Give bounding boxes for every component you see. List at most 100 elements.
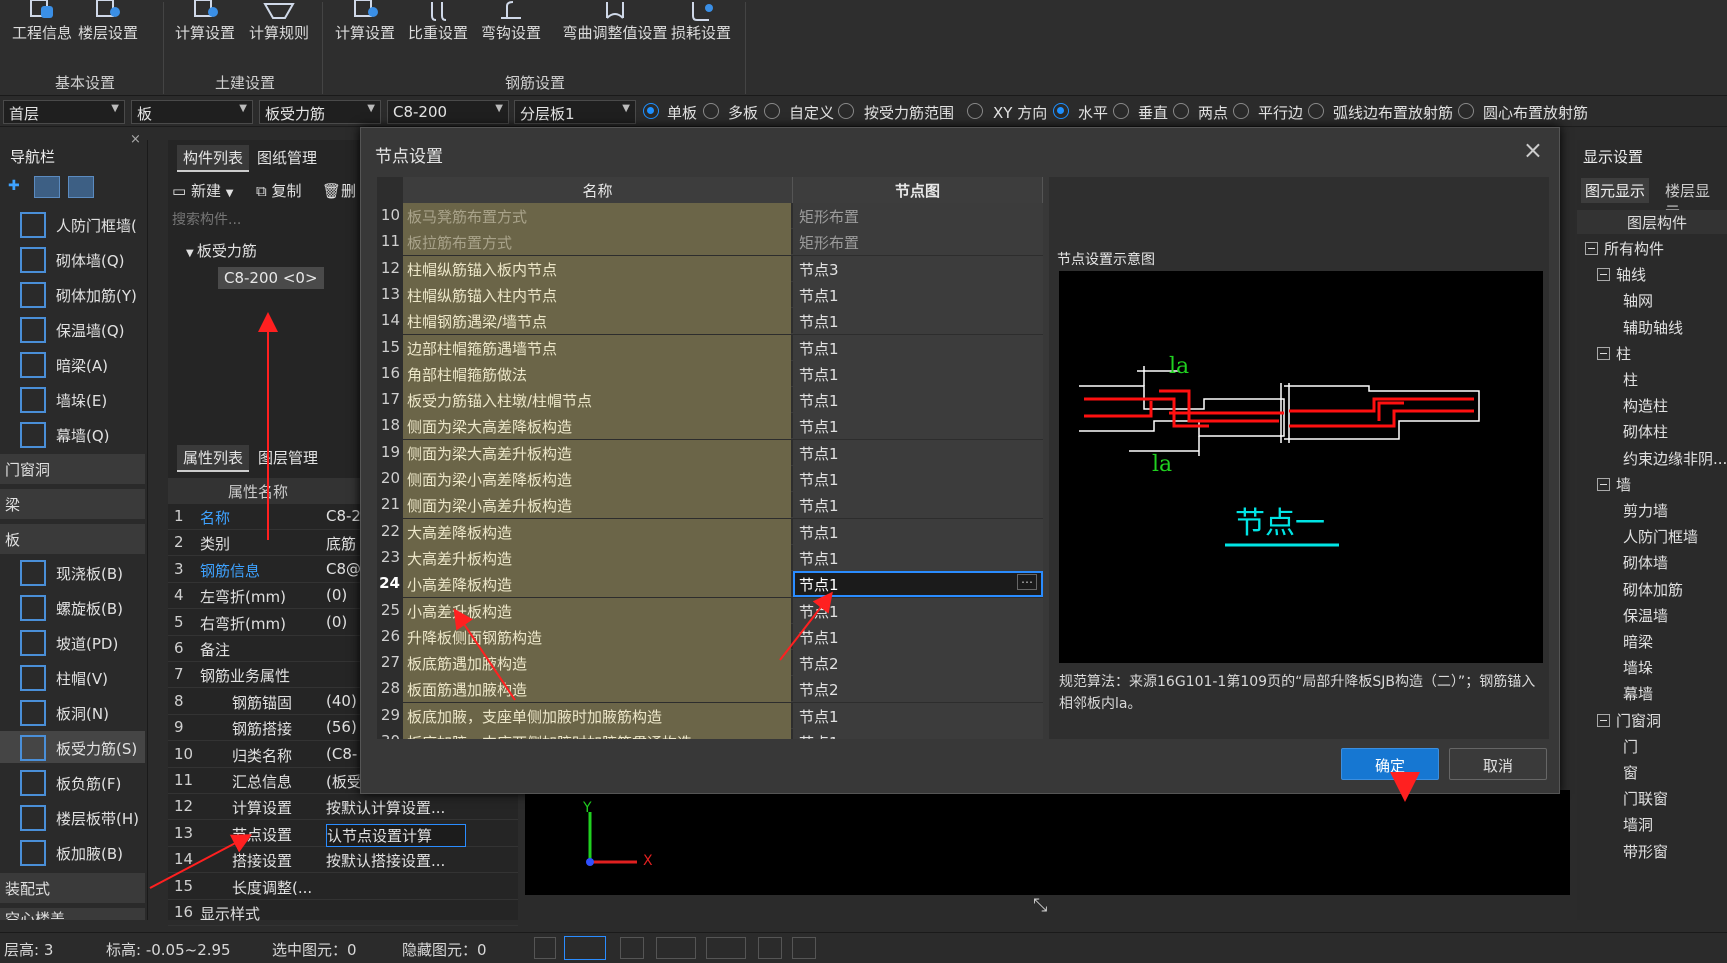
node-row-value[interactable]: 节点1 xyxy=(793,334,1043,361)
close-icon[interactable]: × xyxy=(1523,136,1543,164)
drawing-canvas[interactable]: Y X ⤡ xyxy=(525,790,1570,916)
node-row-value[interactable]: 节点3 xyxy=(793,255,1043,282)
new-component-button[interactable]: ▭ 新建 ▼ xyxy=(172,180,233,201)
nav-item-hidden-beam[interactable]: 暗梁(A) xyxy=(20,350,108,380)
property-row[interactable]: 14 搭接设置 按默认搭接设置... xyxy=(168,847,518,874)
nav-item-cast-slab[interactable]: 现浇板(B) xyxy=(20,558,123,588)
node-row-value[interactable]: 节点1 xyxy=(793,439,1043,466)
node-row-value[interactable]: 节点1 ⋯ xyxy=(793,571,1043,598)
node-row[interactable]: 13 柱帽纵筋锚入柱内节点 节点1 xyxy=(377,281,1043,308)
node-row-value[interactable]: 节点1 xyxy=(793,308,1043,335)
collapse-icon[interactable] xyxy=(1597,713,1610,727)
layer-tree-item[interactable]: 轴网 xyxy=(1623,290,1653,311)
layer-tree-item[interactable]: 构造柱 xyxy=(1623,395,1668,416)
node-row[interactable]: 29 板底加腋，支座单侧加腋时加腋筋构造 节点1 xyxy=(377,702,1043,729)
layer-tree-item[interactable]: 砌体柱 xyxy=(1623,421,1668,442)
loss-settings-button[interactable]: 损耗设置 xyxy=(668,0,734,43)
component-search-input[interactable] xyxy=(172,208,342,232)
screenshot-icon[interactable] xyxy=(758,937,782,959)
node-row-value[interactable]: 节点1 xyxy=(793,544,1043,571)
property-row[interactable]: 15 长度调整(... xyxy=(168,874,518,900)
hook-settings-button[interactable]: 弯钩设置 xyxy=(478,0,544,43)
nav-item-slab-main-rebar[interactable]: 板受力筋(S) xyxy=(20,733,137,763)
node-row[interactable]: 17 板受力筋锚入柱墩/柱帽节点 节点1 xyxy=(377,387,1043,414)
node-row-value[interactable]: 节点1 xyxy=(793,702,1043,729)
collapse-icon[interactable] xyxy=(1597,477,1610,491)
nav-item-wall-pier[interactable]: 墙垛(E) xyxy=(20,385,107,415)
node-row-value[interactable]: 节点2 xyxy=(793,676,1043,703)
nav-category-prefab[interactable]: 装配式 xyxy=(0,873,145,903)
node-row[interactable]: 12 柱帽纵筋锚入板内节点 节点3 xyxy=(377,255,1043,282)
nav-category-doors-windows[interactable]: 门窗洞 xyxy=(0,454,145,484)
layer-combo[interactable]: 分层板1 ▼ xyxy=(514,100,636,124)
radio-multi-slab[interactable] xyxy=(703,103,719,119)
property-row[interactable]: 12 计算设置 按默认计算设置... xyxy=(168,794,518,821)
category-combo[interactable]: 板 ▼ xyxy=(131,100,253,124)
layer-tree-item[interactable]: 窗 xyxy=(1623,762,1638,783)
layer-tree-item[interactable]: 墙垛 xyxy=(1623,657,1653,678)
collapse-icon[interactable] xyxy=(1597,346,1610,360)
property-value[interactable]: 按默认搭接设置... xyxy=(326,850,466,871)
nav-item-civil-defense-wall[interactable]: 人防门框墙( xyxy=(20,210,137,240)
node-row[interactable]: 28 板面筋遇加腋构造 节点2 xyxy=(377,676,1043,703)
pin-icon[interactable]: ✚ xyxy=(8,178,26,196)
tab-layer-management[interactable]: 图层管理 xyxy=(252,445,324,470)
node-row[interactable]: 30板底加腋，支座两侧加腋时加腋筋贯通构造节点1 xyxy=(377,729,1043,739)
node-row[interactable]: 15 边部柱帽箍筋遇墙节点 节点1 xyxy=(377,334,1043,361)
layer-tree-item[interactable]: 门窗洞 xyxy=(1597,710,1661,731)
radio-parallel-edge[interactable] xyxy=(1233,103,1249,119)
nav-item-insulation-wall[interactable]: 保温墙(Q) xyxy=(20,315,125,345)
layer-tree-item[interactable]: 门联窗 xyxy=(1623,788,1668,809)
radio-xy-direction[interactable] xyxy=(967,103,983,119)
tree-node-c8-200[interactable]: C8-200 <0> xyxy=(218,267,324,289)
node-row-value[interactable]: 节点1 xyxy=(793,387,1043,414)
node-row[interactable]: 23 大高差升板构造 节点1 xyxy=(377,544,1043,571)
node-row[interactable]: 21 侧面为梁小高差升板构造 节点1 xyxy=(377,492,1043,519)
node-row[interactable]: 10 板马凳筋布置方式 矩形布置 xyxy=(377,203,1043,229)
radio-arc-radial[interactable] xyxy=(1308,103,1324,119)
node-row-value[interactable]: 节点1 xyxy=(793,466,1043,492)
node-row[interactable]: 19 侧面为梁大高差升板构造 节点1 xyxy=(377,439,1043,466)
detail-view-icon[interactable] xyxy=(68,176,94,198)
nav-item-ramp[interactable]: 坡道(PD) xyxy=(20,628,118,658)
close-icon[interactable]: × xyxy=(130,132,141,147)
property-value[interactable]: 认节点设置计算 xyxy=(326,823,466,847)
layer-tree-item[interactable]: 约束边缘非阴... xyxy=(1623,448,1727,469)
property-value[interactable]: 按默认计算设置... xyxy=(326,797,466,818)
radio-center-radial[interactable] xyxy=(1458,103,1474,119)
node-row[interactable]: 14 柱帽钢筋遇梁/墙节点 节点1 xyxy=(377,308,1043,335)
nav-item-masonry-wall[interactable]: 砌体墙(Q) xyxy=(20,245,125,275)
list-view-icon[interactable] xyxy=(34,176,60,198)
floor-combo[interactable]: 首层 ▼ xyxy=(3,100,125,124)
layer-tree-item[interactable]: 暗梁 xyxy=(1623,631,1653,652)
curve-icon[interactable] xyxy=(792,937,816,959)
nav-category-slab[interactable]: 板 xyxy=(0,524,145,554)
layer-tree-item[interactable]: 轴线 xyxy=(1597,264,1646,285)
layer-tree-item[interactable]: 带形窗 xyxy=(1623,841,1668,862)
nav-item-column-cap[interactable]: 柱帽(V) xyxy=(20,663,108,693)
nav-category-beam[interactable]: 梁 xyxy=(0,489,145,519)
nav-item-slab-negative-rebar[interactable]: 板负筋(F) xyxy=(20,768,121,798)
snap-box-icon[interactable] xyxy=(564,936,606,960)
node-row[interactable]: 11 板拉筋布置方式 矩形布置 xyxy=(377,229,1043,256)
node-row-value[interactable]: 节点1 xyxy=(793,518,1043,545)
node-row-value[interactable]: 节点1 xyxy=(793,729,1043,739)
layer-tree-item[interactable]: 所有构件 xyxy=(1585,238,1664,259)
collapse-icon[interactable] xyxy=(1597,268,1610,282)
ok-button[interactable]: 确定 xyxy=(1341,748,1439,780)
tab-element-display[interactable]: 图元显示 xyxy=(1581,178,1650,203)
bend-adjust-settings-button[interactable]: 弯曲调整值设置 xyxy=(550,0,680,43)
layer-tree-item[interactable]: 人防门框墙 xyxy=(1623,526,1698,547)
project-info-button[interactable]: 工程信息 xyxy=(12,0,72,43)
node-row-value[interactable]: 节点1 xyxy=(793,413,1043,440)
shrink-icon[interactable]: ⤡ xyxy=(1033,895,1047,916)
calc-rules-button[interactable]: 计算规则 xyxy=(246,0,312,43)
copy-component-button[interactable]: ⧉ 复制 xyxy=(256,180,302,201)
cancel-button[interactable]: 取消 xyxy=(1449,748,1547,780)
node-row[interactable]: 22 大高差降板构造 节点1 xyxy=(377,518,1043,545)
more-icon[interactable]: ⋯ xyxy=(1017,574,1037,591)
node-row-value[interactable]: 节点1 xyxy=(793,623,1043,650)
node-row-value[interactable]: 矩形布置 xyxy=(793,203,1043,229)
node-row-value[interactable]: 矩形布置 xyxy=(793,229,1043,256)
nav-item-curtain-wall[interactable]: 幕墙(Q) xyxy=(20,420,110,450)
